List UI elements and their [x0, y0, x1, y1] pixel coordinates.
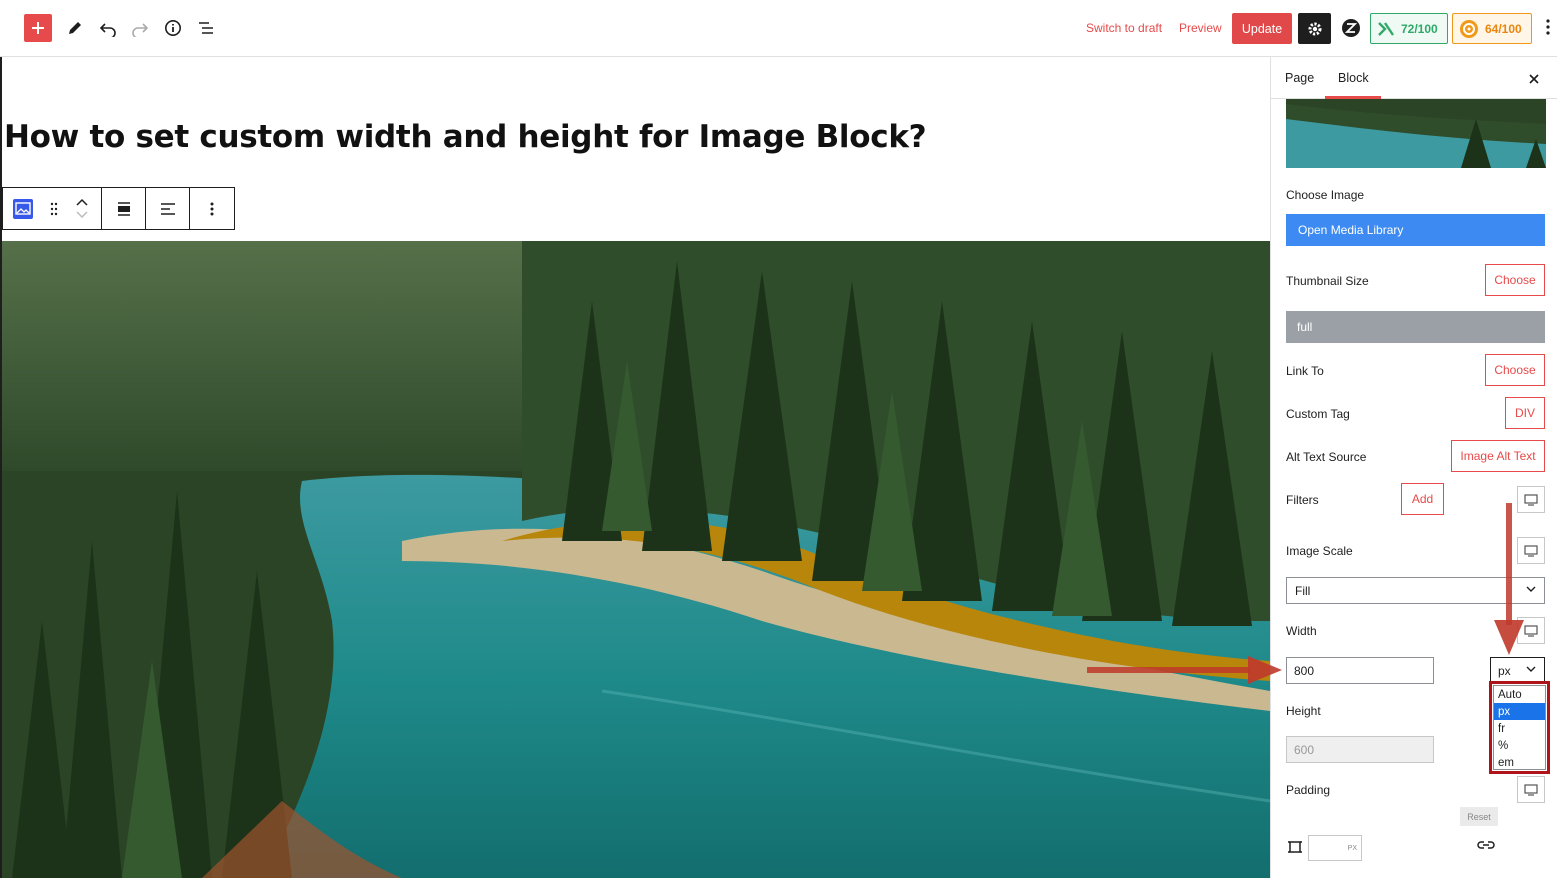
- align-button[interactable]: [102, 188, 146, 229]
- padding-box-icon: [1288, 841, 1302, 853]
- seo-score-value: 72/100: [1401, 21, 1438, 36]
- editor-app: Switch to draft Preview Update 72/100 64…: [0, 0, 1557, 878]
- image-thumbnail: [1286, 99, 1546, 168]
- settings-button[interactable]: [1298, 13, 1331, 44]
- more-options-icon: [210, 202, 214, 215]
- move-buttons[interactable]: [65, 188, 99, 229]
- move-up-icon[interactable]: [76, 198, 88, 206]
- gear-icon: [1308, 22, 1321, 35]
- river-forest-image: [2, 241, 1270, 878]
- block-toolbar-group-main: [3, 188, 102, 229]
- link-to-choose-button[interactable]: Choose: [1485, 354, 1545, 386]
- tab-block[interactable]: Block: [1338, 71, 1369, 85]
- readability-score-badge[interactable]: 64/100: [1452, 13, 1532, 44]
- kebab-icon: [1546, 19, 1550, 35]
- drag-handle-button[interactable]: [43, 188, 65, 229]
- settings-sidebar: Page Block Choose Image Open Media Libra…: [1270, 57, 1557, 878]
- plugin-z-button[interactable]: [1338, 15, 1364, 41]
- image-scale-label: Image Scale: [1286, 544, 1353, 558]
- align-icon: [117, 201, 130, 216]
- thumbnail-size-label: Thumbnail Size: [1286, 274, 1369, 288]
- alt-text-source-button[interactable]: Image Alt Text: [1451, 440, 1545, 472]
- alt-text-source-label: Alt Text Source: [1286, 450, 1367, 464]
- custom-tag-button[interactable]: DIV: [1505, 397, 1545, 429]
- image-scale-select[interactable]: Fill: [1286, 577, 1545, 604]
- image-block-icon: [13, 198, 33, 219]
- tab-page[interactable]: Page: [1285, 71, 1314, 85]
- width-input[interactable]: 800: [1286, 657, 1434, 684]
- info-icon: [165, 20, 181, 36]
- block-type-button[interactable]: [3, 188, 43, 229]
- readability-score-icon: [1460, 19, 1478, 38]
- height-label: Height: [1286, 704, 1321, 718]
- update-button[interactable]: Update: [1232, 13, 1292, 44]
- block-toolbar: [2, 187, 235, 230]
- padding-input[interactable]: PX: [1308, 835, 1362, 861]
- undo-icon: [99, 23, 116, 37]
- edit-tool-button[interactable]: [61, 14, 89, 42]
- editor-top-toolbar: Switch to draft Preview Update 72/100 64…: [0, 0, 1557, 57]
- plus-icon: [32, 22, 44, 34]
- z-logo-icon: [1342, 19, 1360, 37]
- link-to-label: Link To: [1286, 364, 1324, 378]
- choose-image-label: Choose Image: [1286, 188, 1365, 202]
- annotation-highlight-box: [1489, 681, 1550, 774]
- options-button[interactable]: [1545, 18, 1551, 41]
- desktop-icon: [1524, 493, 1538, 506]
- editor-canvas: How to set custom width and height for I…: [0, 57, 1270, 878]
- image-scale-responsive-button[interactable]: [1517, 537, 1545, 564]
- text-align-button[interactable]: [146, 188, 190, 229]
- image-scale-value: Fill: [1295, 583, 1311, 598]
- seo-score-icon: [1378, 21, 1394, 36]
- list-view-icon: [199, 22, 213, 34]
- filters-responsive-button[interactable]: [1517, 486, 1545, 513]
- width-responsive-button[interactable]: [1517, 617, 1545, 644]
- padding-unit: PX: [1347, 844, 1357, 852]
- add-block-button[interactable]: [24, 14, 52, 42]
- width-unit-select[interactable]: px: [1490, 657, 1545, 684]
- details-button[interactable]: [159, 14, 187, 42]
- text-align-left-icon: [160, 202, 175, 215]
- filters-add-button[interactable]: Add: [1401, 483, 1444, 515]
- width-label: Width: [1286, 624, 1317, 638]
- image-block[interactable]: [2, 241, 1270, 878]
- drag-handle-icon: [50, 202, 58, 215]
- thumbnail-size-value: full: [1286, 311, 1545, 343]
- chevron-down-icon: [1526, 666, 1536, 672]
- height-input[interactable]: 600: [1286, 736, 1434, 763]
- custom-tag-label: Custom Tag: [1286, 407, 1350, 421]
- desktop-icon: [1524, 783, 1538, 796]
- move-down-icon[interactable]: [76, 211, 88, 219]
- chevron-down-icon: [1526, 586, 1536, 592]
- desktop-icon: [1524, 624, 1538, 637]
- post-title[interactable]: How to set custom width and height for I…: [4, 119, 927, 155]
- link-icon[interactable]: [1477, 839, 1495, 851]
- padding-reset-button[interactable]: Reset: [1460, 807, 1498, 826]
- switch-to-draft-link[interactable]: Switch to draft: [1086, 21, 1162, 35]
- redo-icon: [132, 23, 149, 37]
- list-view-button[interactable]: [192, 14, 220, 42]
- sidebar-tabs: Page Block: [1271, 57, 1557, 99]
- close-icon[interactable]: [1528, 73, 1540, 85]
- pencil-icon: [69, 22, 81, 34]
- readability-score-value: 64/100: [1485, 21, 1522, 36]
- more-options-button[interactable]: [190, 188, 234, 229]
- desktop-icon: [1524, 544, 1538, 557]
- undo-button[interactable]: [94, 14, 122, 42]
- padding-responsive-button[interactable]: [1517, 776, 1545, 803]
- padding-label: Padding: [1286, 783, 1331, 797]
- width-unit-value: px: [1498, 663, 1511, 678]
- seo-score-badge[interactable]: 72/100: [1370, 13, 1448, 44]
- filters-label: Filters: [1286, 493, 1319, 507]
- redo-button[interactable]: [126, 14, 154, 42]
- thumbnail-size-choose-button[interactable]: Choose: [1485, 264, 1545, 296]
- open-media-library-button[interactable]: Open Media Library: [1286, 214, 1545, 246]
- preview-link[interactable]: Preview: [1179, 21, 1222, 35]
